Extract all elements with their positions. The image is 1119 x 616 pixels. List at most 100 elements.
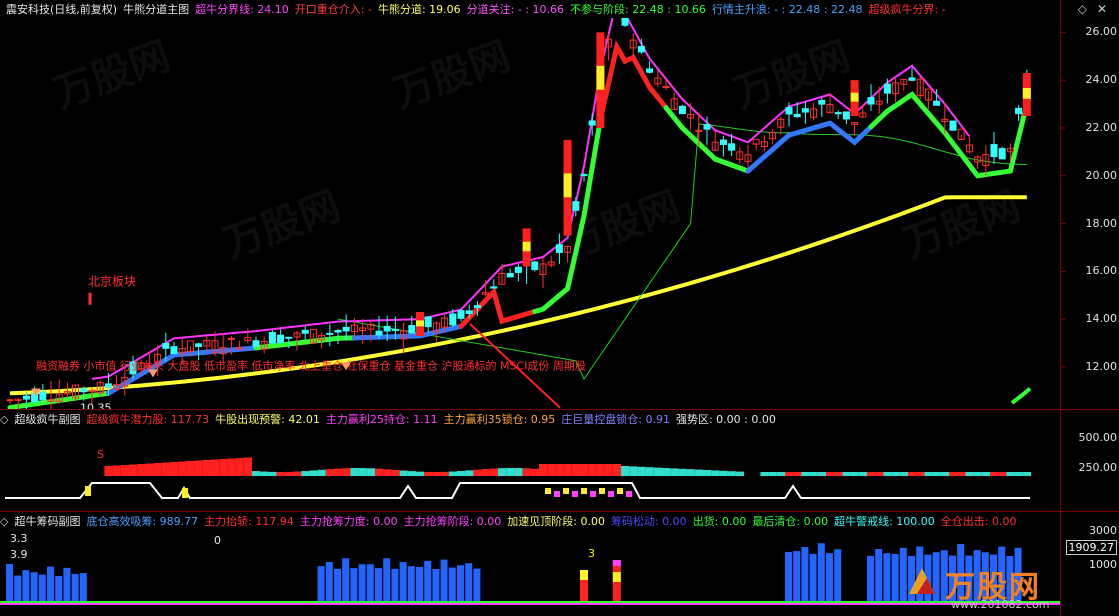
sub1-bar xyxy=(473,469,482,476)
main-candlestick-chart[interactable]: 万股网万股网万股网万股网万股网万股网27.2610.35北京板块融资融券 小市值… xyxy=(0,18,1119,410)
sub2-tick-label: 3000 xyxy=(1089,524,1117,537)
highlight-candle-band xyxy=(522,241,531,252)
candle-body xyxy=(588,120,596,126)
sub1-white-line xyxy=(5,482,1030,499)
highlight-candle-band xyxy=(1022,88,1031,99)
sub1-bar xyxy=(604,464,613,476)
sub2-magenta-bar xyxy=(612,560,621,566)
candle-body xyxy=(531,261,539,271)
sector-label: 北京板块 xyxy=(88,275,136,289)
candle-body xyxy=(785,107,793,115)
sub2-indicator: 底仓高效吸筹: 989.77 xyxy=(86,515,199,528)
candle-body xyxy=(867,97,875,105)
sub1-bar xyxy=(235,458,244,476)
candle-body xyxy=(457,310,465,319)
sub2-header: ◇ 超牛筹码副图 底仓高效吸筹: 989.77 主力抬轿: 117.94 主力抢筹力度:… xyxy=(0,512,1119,530)
candle-body xyxy=(572,201,580,211)
sub1-indicator-chart[interactable]: S xyxy=(0,428,1119,510)
candle-body xyxy=(408,325,416,334)
sub1-s-label: S xyxy=(97,448,104,461)
sub1-bar xyxy=(202,460,211,476)
sub1-bar xyxy=(547,464,556,476)
candle-body xyxy=(473,305,481,309)
sub1-bar xyxy=(801,472,810,476)
sub1-bar xyxy=(662,468,671,476)
sub2-blue-bar xyxy=(391,568,399,602)
sub2-indicator: 主力抢筹阶段: 0.00 xyxy=(403,515,502,528)
sub1-bar xyxy=(867,472,876,476)
sub1-bar xyxy=(522,468,531,476)
sub1-bar xyxy=(268,471,277,476)
sub1-marker xyxy=(554,491,560,497)
candle-body xyxy=(465,310,473,315)
sub1-bar xyxy=(924,472,933,476)
candle-body xyxy=(104,383,112,388)
candle-body xyxy=(933,100,941,106)
sub1-bar xyxy=(1022,472,1031,476)
sub1-bar xyxy=(137,464,146,476)
sub1-bar xyxy=(112,465,121,476)
sub1-bar xyxy=(1006,472,1015,476)
sub1-bar xyxy=(621,466,630,476)
highlight-candle-band xyxy=(596,65,605,90)
sub2-blue-bar xyxy=(817,543,825,602)
sub1-bar xyxy=(514,468,523,476)
diamond-signal-icon xyxy=(148,369,158,378)
sub2-blue-bar xyxy=(14,575,22,602)
sub1-bar xyxy=(317,469,326,476)
brand-logo-icon xyxy=(905,564,939,598)
candle-body xyxy=(998,148,1006,160)
sub1-marker xyxy=(599,488,605,494)
sub2-yellow-bar xyxy=(612,572,621,582)
candle-body xyxy=(842,111,850,120)
diamond-icon: ◇ xyxy=(0,412,9,426)
candle-body xyxy=(268,332,276,344)
sub1-bar xyxy=(645,467,654,476)
sub1-marker xyxy=(617,488,623,494)
sub1-bar xyxy=(186,461,195,476)
sub1-bar xyxy=(891,472,900,476)
sub2-blue-bar xyxy=(440,559,448,602)
sub1-marker xyxy=(590,491,596,497)
sub2-blue-bar xyxy=(6,564,13,602)
sub1-bar xyxy=(129,464,138,476)
sub1-bar xyxy=(793,472,802,476)
header-indicator: 牛熊分道: 19.06 xyxy=(377,3,461,16)
close-icon[interactable]: ✕ xyxy=(1097,2,1107,16)
sub2-blue-bar xyxy=(47,566,54,602)
candle-body xyxy=(514,266,522,273)
sub1-bar xyxy=(465,470,474,476)
candle-body xyxy=(252,340,260,347)
sub1-bar xyxy=(735,471,744,476)
candle-body xyxy=(908,77,916,81)
watermark-text: 万股网 xyxy=(388,33,516,117)
header-indicator: 行情主升浪: - : 22.48 : 22.48 xyxy=(711,3,863,16)
candle-body xyxy=(801,108,809,113)
sub1-bar xyxy=(161,462,170,476)
sub2-indicator: 主力抢筹力度: 0.00 xyxy=(299,515,398,528)
diamond-icon[interactable]: ◇ xyxy=(1078,2,1087,16)
sub1-bar xyxy=(383,469,392,476)
brand-watermark: 万股网 www.201082.com xyxy=(905,562,1115,614)
sub2-blue-bar xyxy=(465,563,473,602)
candle-body xyxy=(637,45,645,53)
sub2-blue-bar xyxy=(399,562,407,602)
sub1-bar xyxy=(145,463,154,476)
sub1-marker xyxy=(85,486,91,496)
sub1-bar xyxy=(842,472,851,476)
price-tick-label: 12.00 xyxy=(1085,359,1118,373)
sub2-blue-bar xyxy=(432,568,440,602)
sub1-bar xyxy=(325,469,334,476)
sub2-blue-bar xyxy=(793,551,801,602)
sub2-value-label: 3.9 xyxy=(10,548,28,561)
sub1-bar xyxy=(653,467,662,476)
sub1-indicator: 庄巨量控盘锁仓: 0.91 xyxy=(561,413,670,426)
price-tick-label: 24.00 xyxy=(1085,73,1118,87)
candle-body xyxy=(646,68,654,73)
sub2-blue-bar xyxy=(448,567,456,602)
sub1-bar xyxy=(711,470,720,476)
candle-body xyxy=(80,388,88,393)
sub2-blue-bar xyxy=(883,553,891,602)
sub2-blue-bar xyxy=(38,574,46,602)
sub1-bar xyxy=(555,464,564,476)
